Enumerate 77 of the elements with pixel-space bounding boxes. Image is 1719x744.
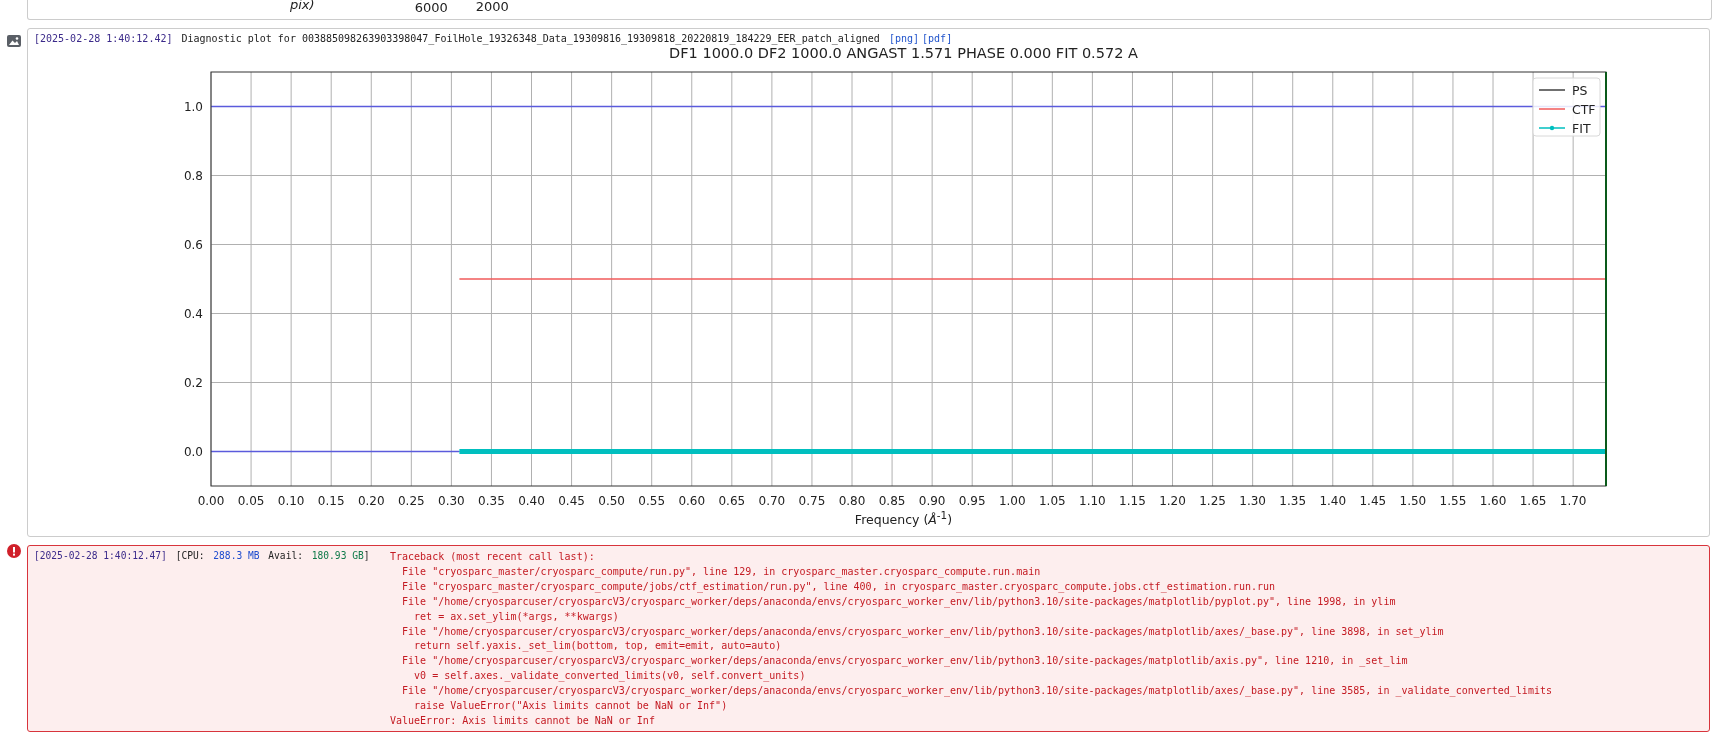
legend-line-icon <box>1538 125 1566 131</box>
x-tick-label: 1.65 <box>1519 494 1547 506</box>
cpu-value: 288.3 MB <box>213 550 260 561</box>
x-tick-label: 0.70 <box>758 494 786 506</box>
axis-fragment-text: 6000 <box>414 1 448 14</box>
x-tick-label: 0.05 <box>237 494 265 506</box>
avail-value: 180.93 GB <box>311 550 364 561</box>
x-tick-label: 0.25 <box>397 494 425 506</box>
traceback-line: File "/home/cryosparcuser/cryosparcV3/cryosparc_worker/deps/anaconda/envs/cryosparc_worker_env/lib/python3.10/site-packages/matplotlib/axis.py", line 1210, in _set_lim <box>401 654 1409 669</box>
traceback-line: ret = ax.set_ylim(*args, **kwargs) <box>413 609 620 625</box>
bracket-text: ] <box>363 550 370 561</box>
axis-fragment-text: 2000 <box>475 0 509 13</box>
x-tick-label: 1.15 <box>1119 494 1146 506</box>
axis-fragment-text: pix) <box>290 0 315 11</box>
log-message: Diagnostic plot for 003885098263903398047_FoilHole_19326348_Data_19309816_19309818_20220819_184229_EER_patch_aligned <box>181 33 880 44</box>
x-tick-label: 1.70 <box>1559 494 1587 506</box>
avail-label: Avail: <box>268 550 303 561</box>
x-tick-label: 0.60 <box>678 494 706 506</box>
x-axis-label: Frequency (Å$^{-1}$) <box>854 509 953 528</box>
x-tick-label: 0.55 <box>638 494 666 506</box>
traceback-line: File "/home/cryosparcuser/cryosparcV3/cryosparc_worker/deps/anaconda/envs/cryosparc_worker_env/lib/python3.10/site-packages/matplotlib/pyplot.py", line 1998, in ylim <box>401 594 1397 610</box>
traceback-line: Traceback (most recent call last): <box>390 550 596 564</box>
x-tick-label: 1.25 <box>1199 494 1226 506</box>
x-tick-label: 0.85 <box>878 494 906 506</box>
x-tick-label: 0.75 <box>798 494 826 506</box>
x-tick-label: 0.00 <box>197 494 225 506</box>
legend-label: PS <box>1572 83 1588 98</box>
traceback-line: File "cryosparc_master/cryosparc_compute/run.py", line 129, in cryosparc_master.cryosparc_compute.run.main <box>401 564 1042 580</box>
x-tick-label: 0.20 <box>357 494 385 506</box>
x-tick-label: 1.40 <box>1319 494 1347 506</box>
legend-box <box>1532 77 1601 137</box>
x-tick-label: 1.00 <box>998 494 1026 506</box>
y-tick-label: 0.0 <box>183 444 203 459</box>
x-tick-label: 0.15 <box>317 494 345 506</box>
cpu-label: [CPU: <box>175 550 205 561</box>
legend-line-icon <box>1538 108 1566 110</box>
x-tick-label: 1.60 <box>1479 494 1507 506</box>
x-tick-label: 1.50 <box>1399 494 1427 506</box>
x-tick-label: 0.45 <box>558 494 585 506</box>
traceback-line: ValueError: Axis limits cannot be NaN or Inf <box>390 713 656 728</box>
x-tick-label: 0.30 <box>438 494 465 506</box>
chart-title: DF1 1000.0 DF2 1000.0 ANGAST 1.571 PHASE 0.000 FIT 0.572 A <box>668 45 1139 61</box>
x-tick-label: 1.35 <box>1279 494 1307 506</box>
traceback-line: raise ValueError("Axis limits cannot be NaN or Inf") <box>413 699 729 714</box>
y-tick-label: 0.6 <box>183 237 203 252</box>
y-tick-label: 0.4 <box>183 306 203 321</box>
x-tick-label: 0.95 <box>958 494 986 506</box>
download-link[interactable]: [pdf] <box>922 33 953 44</box>
x-tick-label: 0.90 <box>918 494 946 506</box>
x-tick-label: 1.55 <box>1439 494 1467 506</box>
x-tick-label: 1.45 <box>1359 494 1387 506</box>
timestamp: [2025-02-28 1:40:12.42] <box>34 33 173 44</box>
traceback-line: return self.yaxis._set_lim(bottom, top, emit=emit, auto=auto) <box>413 639 783 654</box>
error-icon <box>6 544 21 558</box>
x-tick-label: 1.30 <box>1239 494 1266 506</box>
x-tick-label: 1.20 <box>1159 494 1186 506</box>
download-link[interactable]: [png] <box>888 33 920 44</box>
x-tick-label: 0.40 <box>518 494 545 506</box>
traceback-line: File "/home/cryosparcuser/cryosparcV3/cryosparc_worker/deps/anaconda/envs/cryosparc_worker_env/lib/python3.10/site-packages/matplotlib/axes/_base.py", line 3585, in _validate_converted_limits <box>401 684 1552 699</box>
x-tick-label: 1.05 <box>1038 494 1066 506</box>
legend-label: CTF <box>1572 102 1596 117</box>
x-tick-label: 0.35 <box>478 494 505 506</box>
traceback-line: File "cryosparc_master/cryosparc_compute/jobs/ctf_estimation/run.py", line 400, in cryosparc_master.cryosparc_compute.jobs.ctf_estimation.run.run <box>401 579 1276 595</box>
legend-line-icon <box>1538 89 1566 91</box>
traceback-line: File "/home/cryosparcuser/cryosparcV3/cryosparc_worker/deps/anaconda/envs/cryosparc_worker_env/lib/python3.10/site-packages/matplotlib/axes/_base.py", line 3898, in set_ylim <box>401 624 1445 640</box>
x-tick-label: 1.10 <box>1079 494 1106 506</box>
y-tick-label: 0.8 <box>183 168 203 183</box>
x-tick-label: 0.10 <box>277 494 305 506</box>
y-tick-label: 1.0 <box>183 99 203 114</box>
x-tick-label: 0.80 <box>838 494 866 506</box>
legend-label: FIT <box>1572 121 1591 136</box>
y-tick-label: 0.2 <box>183 375 203 390</box>
traceback-line: v0 = self.axes._validate_converted_limits(v0, self.convert_units) <box>413 669 807 684</box>
x-tick-label: 0.50 <box>598 494 625 506</box>
x-tick-label: 0.65 <box>718 494 746 506</box>
timestamp: [2025-02-28 1:40:12.47] <box>34 550 167 561</box>
image-icon <box>6 35 21 47</box>
